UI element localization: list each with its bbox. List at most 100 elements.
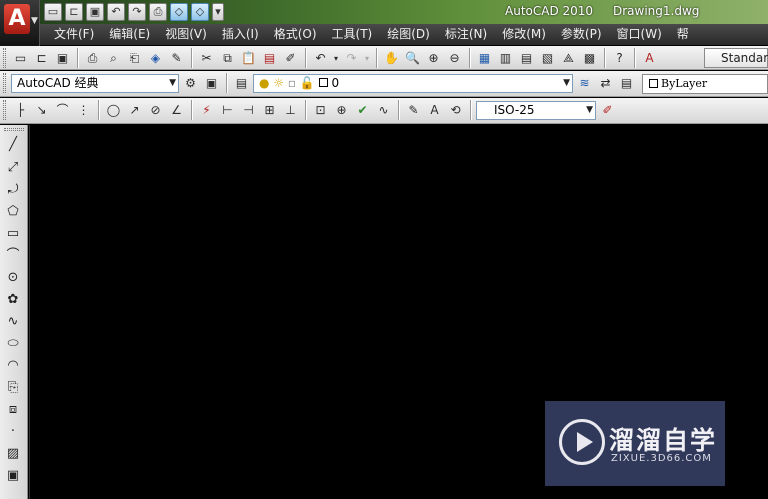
menu-file[interactable]: 文件(F) xyxy=(40,24,101,45)
dimension-space-icon[interactable]: ⊞ xyxy=(260,101,279,120)
dimension-break-icon[interactable]: ⊥ xyxy=(281,101,300,120)
dimension-text-edit-icon[interactable]: A xyxy=(425,101,444,120)
publish-icon[interactable]: ⎗ xyxy=(125,49,144,68)
text-style-field[interactable]: Standard xyxy=(704,48,768,68)
workspace-cube-icon[interactable]: ◇ xyxy=(170,3,188,21)
toolbar-grip[interactable] xyxy=(3,73,6,93)
jogged-dimension-icon[interactable]: ↗ xyxy=(125,101,144,120)
properties-icon[interactable]: ▦ xyxy=(475,49,494,68)
pan-icon[interactable]: ✋ xyxy=(382,49,401,68)
cut-icon[interactable]: ✂ xyxy=(197,49,216,68)
menu-insert[interactable]: 插入(I) xyxy=(214,24,266,45)
workspace-customize-icon[interactable]: ▣ xyxy=(202,74,221,93)
toolbar-grip[interactable] xyxy=(3,100,6,120)
3d-dwf-icon[interactable]: ◈ xyxy=(146,49,165,68)
redo-icon[interactable]: ↷ xyxy=(342,49,361,68)
polyline-icon[interactable]: ⤾ xyxy=(3,180,23,200)
line-icon[interactable]: ╱ xyxy=(3,135,23,155)
dimension-style-select[interactable]: ISO-25 ▼ xyxy=(476,100,596,120)
dimension-update-icon[interactable]: ⟲ xyxy=(446,101,465,120)
application-menu-button[interactable]: A ▼ xyxy=(0,0,40,46)
menu-dimension[interactable]: 标注(N) xyxy=(437,24,494,45)
diameter-dimension-icon[interactable]: ⊘ xyxy=(146,101,165,120)
tool-palettes-icon[interactable]: ▤ xyxy=(517,49,536,68)
paste-icon[interactable]: 📋 xyxy=(239,49,258,68)
hatch-icon[interactable]: ▨ xyxy=(3,444,23,464)
quickcalc-icon[interactable]: ▩ xyxy=(580,49,599,68)
menu-draw[interactable]: 绘图(D) xyxy=(379,24,437,45)
open-icon[interactable]: ⊏ xyxy=(65,3,83,21)
sheet-set-manager-icon[interactable]: ▧ xyxy=(538,49,557,68)
ellipse-arc-icon[interactable]: ◠ xyxy=(3,356,23,376)
inspection-icon[interactable]: ✔ xyxy=(353,101,372,120)
new-icon[interactable]: ▭ xyxy=(44,3,62,21)
ordinate-dimension-icon[interactable]: ⋮ xyxy=(74,101,93,120)
design-center-icon[interactable]: ▥ xyxy=(496,49,515,68)
qat-dropdown-icon[interactable]: ▾ xyxy=(212,3,224,21)
help-icon[interactable]: ? xyxy=(610,49,629,68)
color-control[interactable]: ByLayer xyxy=(642,74,768,94)
make-block-icon[interactable]: ⧈ xyxy=(3,400,23,420)
menu-parametric[interactable]: 参数(P) xyxy=(553,24,609,45)
text-style-icon[interactable]: A xyxy=(640,49,659,68)
layer-select[interactable]: ● ☼ ▫ 🔓 0 ▼ xyxy=(253,73,573,93)
dropdown-arrow-icon[interactable]: ▾ xyxy=(363,49,371,68)
dimension-style-icon[interactable]: ✐ xyxy=(598,101,617,120)
circle-icon[interactable]: ⊙ xyxy=(3,268,23,288)
sheet-set-icon[interactable]: ✎ xyxy=(167,49,186,68)
aligned-dimension-icon[interactable]: ↘ xyxy=(32,101,51,120)
zoom-realtime-icon[interactable]: 🔍 xyxy=(403,49,422,68)
layer-properties-icon[interactable]: ▤ xyxy=(232,74,251,93)
open-icon[interactable]: ⊏ xyxy=(32,49,51,68)
menu-modify[interactable]: 修改(M) xyxy=(494,24,553,45)
make-current-layer-icon[interactable]: ≋ xyxy=(575,74,594,93)
tolerance-icon[interactable]: ⊡ xyxy=(311,101,330,120)
rectangle-icon[interactable]: ▭ xyxy=(3,224,23,244)
save-icon[interactable]: ▣ xyxy=(53,49,72,68)
undo-icon[interactable]: ↶ xyxy=(311,49,330,68)
new-icon[interactable]: ▭ xyxy=(11,49,30,68)
match-properties-icon[interactable]: ✐ xyxy=(281,49,300,68)
center-mark-icon[interactable]: ⊕ xyxy=(332,101,351,120)
plot-icon[interactable]: ⎙ xyxy=(149,3,167,21)
save-icon[interactable]: ▣ xyxy=(86,3,104,21)
plot-icon[interactable]: ⎙ xyxy=(83,49,102,68)
baseline-dimension-icon[interactable]: ⊢ xyxy=(218,101,237,120)
toolbar-grip[interactable] xyxy=(4,128,24,131)
angular-dimension-icon[interactable]: ∠ xyxy=(167,101,186,120)
workspace-cube2-icon[interactable]: ◇ xyxy=(191,3,209,21)
ellipse-icon[interactable]: ⬭ xyxy=(3,334,23,354)
menu-view[interactable]: 视图(V) xyxy=(157,24,214,45)
layer-previous-icon[interactable]: ⇄ xyxy=(596,74,615,93)
menu-tools[interactable]: 工具(T) xyxy=(324,24,380,45)
menu-edit[interactable]: 编辑(E) xyxy=(101,24,157,45)
dimension-edit-icon[interactable]: ✎ xyxy=(404,101,423,120)
construction-line-icon[interactable]: ⤢ xyxy=(3,158,23,178)
plot-preview-icon[interactable]: ⌕ xyxy=(104,49,123,68)
markup-icon[interactable]: ⟁ xyxy=(559,49,578,68)
revision-cloud-icon[interactable]: ✿ xyxy=(3,290,23,310)
copy-base-icon[interactable]: ▤ xyxy=(260,49,279,68)
zoom-window-icon[interactable]: ⊕ xyxy=(424,49,443,68)
linear-dimension-icon[interactable]: ├ xyxy=(11,101,30,120)
menu-format[interactable]: 格式(O) xyxy=(266,24,324,45)
toolbar-grip[interactable] xyxy=(3,48,6,68)
polygon-icon[interactable]: ⬠ xyxy=(3,202,23,222)
gradient-icon[interactable]: ▣ xyxy=(3,466,23,486)
copy-icon[interactable]: ⧉ xyxy=(218,49,237,68)
arc-length-icon[interactable]: ⌒ xyxy=(53,101,72,120)
layer-states-icon[interactable]: ▤ xyxy=(617,74,636,93)
quick-dimension-icon[interactable]: ⚡ xyxy=(197,101,216,120)
dropdown-arrow-icon[interactable]: ▾ xyxy=(332,49,340,68)
spline-icon[interactable]: ∿ xyxy=(3,312,23,332)
zoom-previous-icon[interactable]: ⊖ xyxy=(445,49,464,68)
continue-dimension-icon[interactable]: ⊣ xyxy=(239,101,258,120)
workspace-select[interactable]: AutoCAD 经典 ▼ xyxy=(11,73,179,93)
insert-block-icon[interactable]: ⎘ xyxy=(3,378,23,398)
jogged-linear-icon[interactable]: ∿ xyxy=(374,101,393,120)
point-icon[interactable]: · xyxy=(3,422,23,442)
redo-icon[interactable]: ↷ xyxy=(128,3,146,21)
arc-icon[interactable]: ⌒ xyxy=(3,246,23,266)
radius-dimension-icon[interactable]: ◯ xyxy=(104,101,123,120)
workspace-settings-icon[interactable]: ⚙ xyxy=(181,74,200,93)
